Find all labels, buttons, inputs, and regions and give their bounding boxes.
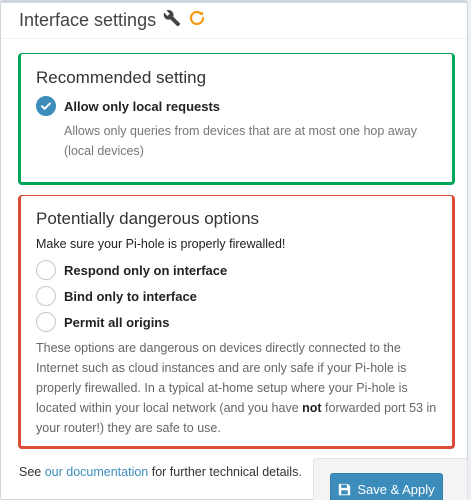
dangerous-title: Potentially dangerous options: [36, 209, 260, 228]
respond-only-on-interface-label: Respond only on interface: [64, 262, 228, 278]
save-icon: [339, 483, 351, 495]
bind-only-to-interface-option[interactable]: Bind only to interface: [36, 286, 197, 306]
help-line: Allows only queries from devices that ar…: [64, 124, 417, 138]
checkmark-icon: [41, 102, 51, 110]
help-line: Internet such as cloud instances and are…: [36, 361, 407, 375]
page-title: Interface settings: [19, 10, 157, 30]
recommended-title: Recommended setting: [36, 68, 207, 87]
help-line: These options are dangerous on devices d…: [36, 341, 401, 355]
bind-only-to-interface-label: Bind only to interface: [64, 288, 197, 304]
permit-all-origins-option[interactable]: Permit all origins: [36, 312, 169, 332]
refresh-icon[interactable]: [188, 9, 206, 32]
interface-settings-card: Interface settings Recommended setting A…: [0, 0, 468, 500]
permit-all-origins-label: Permit all origins: [64, 314, 170, 330]
help-line: (local devices): [64, 144, 144, 158]
documentation-note: See our documentation for further techni…: [19, 465, 302, 479]
help-text: forwarded port 53 in: [321, 401, 437, 415]
help-line: properly firewalled. In a typical at-hom…: [36, 381, 408, 395]
recommended-help-text: Allows only queries from devices that ar…: [64, 121, 417, 161]
save-apply-label: Save & Apply: [357, 481, 435, 497]
dangerous-options-box: Potentially dangerous options Make sure …: [18, 195, 455, 449]
save-apply-button[interactable]: Save & Apply: [330, 473, 443, 500]
help-line: located within your local network (and y…: [36, 398, 436, 418]
help-bold-text: not: [302, 401, 322, 415]
checkbox-unchecked[interactable]: [36, 312, 56, 332]
checkbox-unchecked[interactable]: [36, 260, 56, 280]
wrench-icon: [163, 9, 181, 32]
checkbox-checked[interactable]: [36, 96, 56, 116]
footer-prefix: See: [19, 465, 45, 479]
respond-only-on-interface-option[interactable]: Respond only on interface: [36, 260, 227, 280]
help-line: your router!) they are safe to use.: [36, 421, 221, 435]
documentation-link[interactable]: our documentation: [45, 465, 149, 479]
card-header: Interface settings: [1, 3, 467, 39]
allow-local-requests-option[interactable]: Allow only local requests: [36, 96, 220, 116]
checkbox-unchecked[interactable]: [36, 286, 56, 306]
footer-suffix: for further technical details.: [148, 465, 302, 479]
dangerous-help-text: These options are dangerous on devices d…: [36, 338, 436, 438]
firewall-warning: Make sure your Pi-hole is properly firew…: [36, 237, 286, 251]
recommended-setting-box: Recommended setting Allow only local req…: [18, 53, 455, 185]
help-text: located within your local network (and y…: [36, 401, 303, 415]
allow-local-requests-label: Allow only local requests: [64, 98, 221, 114]
